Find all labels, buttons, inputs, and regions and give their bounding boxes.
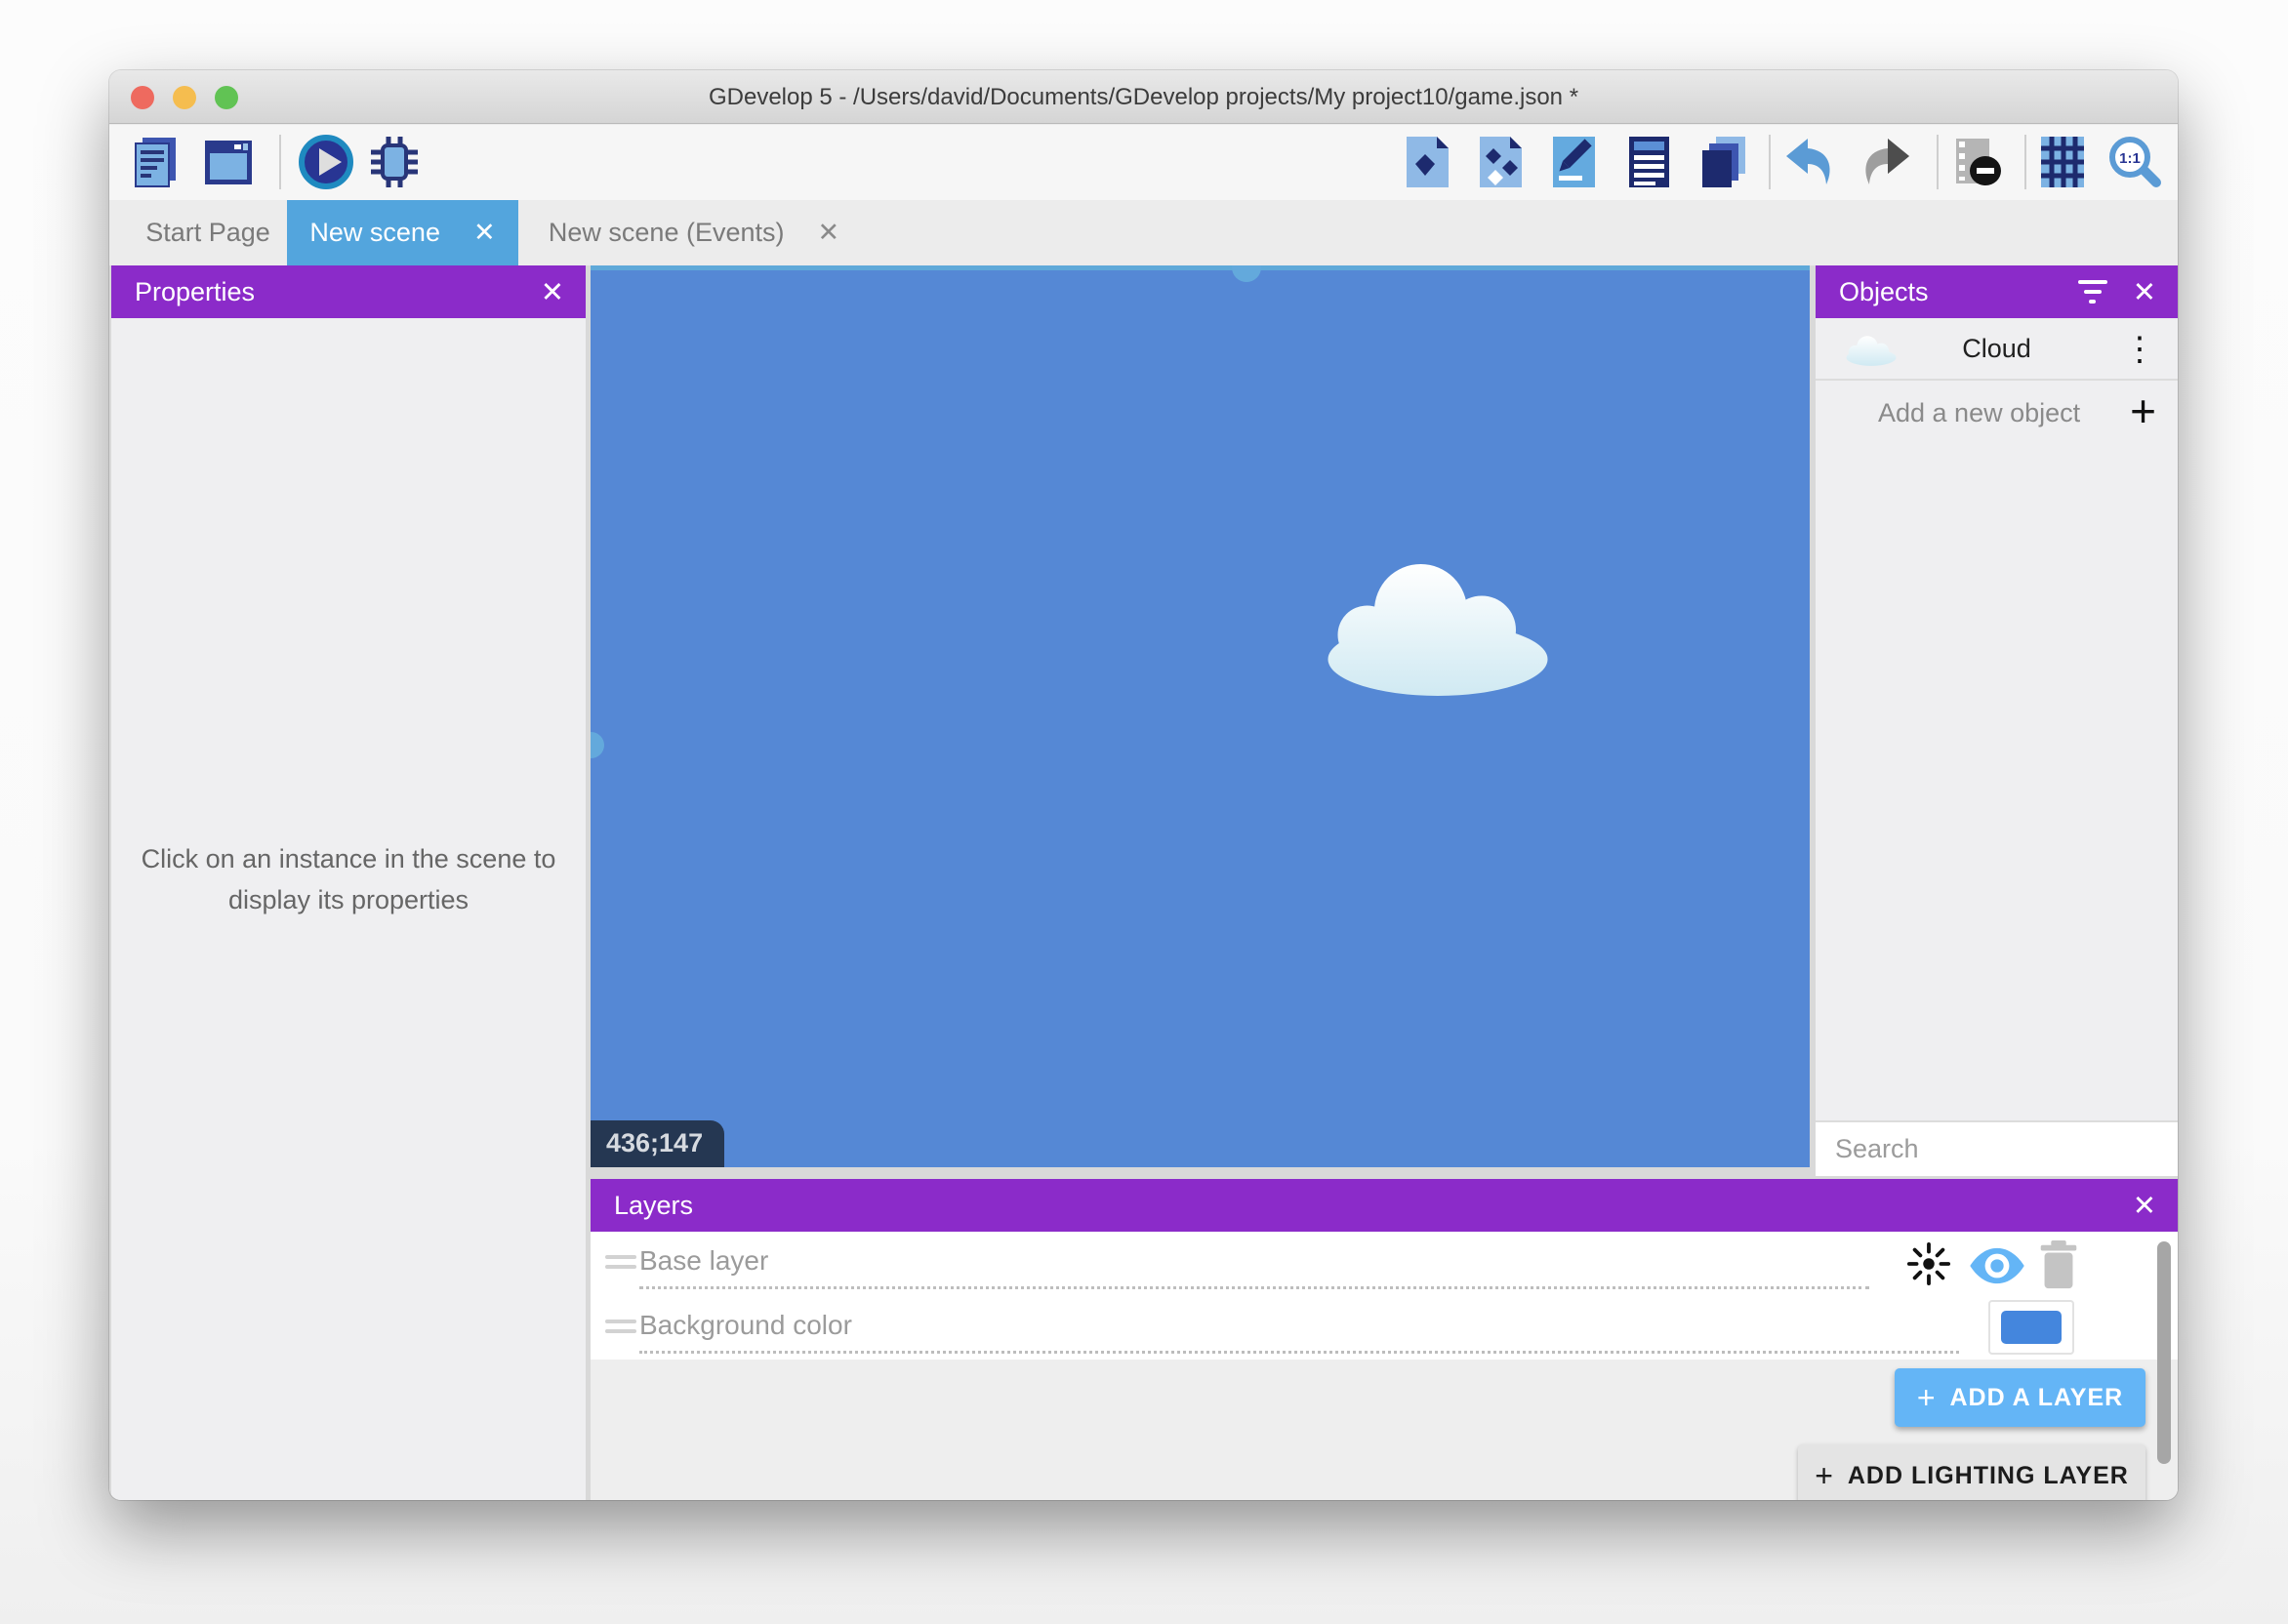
zoom-original-icon[interactable]: 1:1 bbox=[2104, 133, 2163, 191]
app-window: GDevelop 5 - /Users/david/Documents/GDev… bbox=[109, 70, 2178, 1500]
layers-panel: Layers ✕ Base layer bbox=[591, 1179, 2178, 1500]
toolbar: 1:1 bbox=[109, 125, 2178, 200]
toolbar-separator bbox=[1937, 135, 1939, 189]
close-tab-icon[interactable]: ✕ bbox=[817, 218, 839, 248]
window-border-handle-left[interactable] bbox=[591, 732, 604, 758]
window-title: GDevelop 5 - /Users/david/Documents/GDev… bbox=[109, 84, 2178, 111]
toolbar-separator bbox=[279, 135, 281, 189]
object-item-cloud[interactable]: Cloud ⋮ bbox=[1816, 318, 2178, 381]
close-tab-icon[interactable]: ✕ bbox=[473, 218, 496, 248]
toolbar-separator bbox=[1769, 135, 1771, 189]
objects-editor-icon[interactable] bbox=[1398, 133, 1456, 191]
debug-icon[interactable] bbox=[365, 133, 424, 191]
cloud-thumbnail-icon bbox=[1843, 334, 1900, 367]
window-border-handle-top[interactable] bbox=[1232, 265, 1261, 282]
layer-name-field[interactable]: Base layer bbox=[639, 1245, 768, 1277]
add-lighting-layer-label: ADD LIGHTING LAYER bbox=[1848, 1462, 2129, 1489]
trash-icon[interactable] bbox=[2037, 1239, 2080, 1290]
lighting-icon[interactable] bbox=[1906, 1241, 1951, 1286]
layers-header: Layers ✕ bbox=[591, 1179, 2178, 1232]
play-preview-icon[interactable] bbox=[297, 133, 355, 191]
redo-icon[interactable] bbox=[1857, 133, 1915, 191]
titlebar: GDevelop 5 - /Users/david/Documents/GDev… bbox=[109, 70, 2178, 124]
grid-icon[interactable] bbox=[2034, 133, 2093, 191]
properties-panel: Properties ✕ Click on an instance in the… bbox=[111, 265, 586, 1500]
scene-properties-icon[interactable] bbox=[1544, 133, 1603, 191]
color-swatch bbox=[2001, 1311, 2062, 1344]
undo-icon[interactable] bbox=[1780, 133, 1839, 191]
add-layer-button[interactable]: + ADD A LAYER bbox=[1895, 1368, 2145, 1427]
background-color-picker[interactable] bbox=[1988, 1300, 2074, 1355]
object-groups-icon[interactable] bbox=[1471, 133, 1530, 191]
object-menu-icon[interactable]: ⋮ bbox=[2123, 330, 2156, 369]
visibility-eye-icon[interactable] bbox=[1969, 1245, 2025, 1286]
tab-start-page[interactable]: Start Page bbox=[129, 200, 287, 265]
panel-title: Objects bbox=[1839, 277, 1929, 307]
project-manager-icon[interactable] bbox=[127, 133, 185, 191]
tab-new-scene-events[interactable]: New scene (Events) ✕ bbox=[533, 200, 855, 265]
plus-icon: + bbox=[1815, 1458, 1834, 1493]
cloud-sprite[interactable] bbox=[1309, 554, 1567, 701]
close-panel-icon[interactable]: ✕ bbox=[2133, 275, 2156, 309]
cursor-coordinates: 436;147 bbox=[591, 1120, 724, 1167]
layers-list-icon[interactable] bbox=[1693, 133, 1751, 191]
game-window-top-border bbox=[591, 265, 1810, 270]
plus-icon: + bbox=[1917, 1380, 1937, 1415]
field-underline bbox=[639, 1351, 1959, 1354]
tab-label: Start Page bbox=[145, 218, 270, 248]
panel-title: Properties bbox=[135, 277, 255, 307]
filter-icon[interactable] bbox=[2078, 280, 2107, 304]
panel-title: Layers bbox=[614, 1191, 693, 1221]
svg-text:1:1: 1:1 bbox=[2119, 150, 2141, 167]
layers-list: Base layer bbox=[591, 1232, 2178, 1360]
close-panel-icon[interactable]: ✕ bbox=[2133, 1189, 2156, 1223]
add-lighting-layer-button[interactable]: + ADD LIGHTING LAYER bbox=[1798, 1444, 2145, 1500]
properties-empty-message: Click on an instance in the scene to dis… bbox=[111, 839, 586, 921]
search-input[interactable] bbox=[1835, 1134, 2178, 1164]
tab-new-scene[interactable]: New scene ✕ bbox=[287, 200, 518, 265]
toggle-window-mask-icon[interactable] bbox=[1948, 133, 2007, 191]
objects-header: Objects ✕ bbox=[1816, 265, 2178, 318]
layer-row-background-color: Background color bbox=[591, 1296, 2178, 1360]
drag-handle-icon[interactable] bbox=[605, 1320, 636, 1339]
add-object-button[interactable]: Add a new object + bbox=[1816, 383, 2178, 443]
start-page-icon[interactable] bbox=[199, 133, 258, 191]
objects-panel: Objects ✕ Cloud ⋮ Add a new object + bbox=[1816, 265, 2178, 1176]
layers-scrollbar[interactable] bbox=[2157, 1241, 2171, 1464]
plus-icon: + bbox=[2130, 385, 2156, 437]
tab-label: New scene bbox=[309, 218, 440, 248]
close-panel-icon[interactable]: ✕ bbox=[541, 275, 564, 309]
tab-bar: Start Page New scene ✕ New scene (Events… bbox=[109, 200, 2178, 265]
editor-content: Properties ✕ Click on an instance in the… bbox=[109, 265, 2178, 1500]
layer-row-base: Base layer bbox=[591, 1232, 2178, 1295]
search-bar bbox=[1816, 1120, 2178, 1176]
scene-canvas[interactable]: 436;147 bbox=[591, 265, 1810, 1167]
toolbar-separator bbox=[2024, 135, 2026, 189]
instances-list-icon[interactable] bbox=[1619, 133, 1678, 191]
drag-handle-icon[interactable] bbox=[605, 1255, 636, 1275]
properties-header: Properties ✕ bbox=[111, 265, 586, 318]
add-layer-label: ADD A LAYER bbox=[1950, 1384, 2124, 1411]
add-object-label: Add a new object bbox=[1878, 398, 2080, 428]
tab-label: New scene (Events) bbox=[549, 218, 785, 248]
layer-name-field[interactable]: Background color bbox=[639, 1310, 852, 1341]
field-underline bbox=[639, 1286, 1869, 1289]
